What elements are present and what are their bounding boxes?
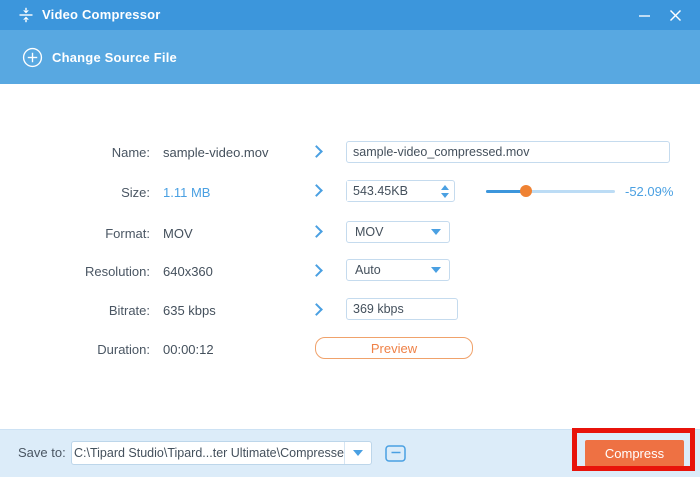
slider-handle[interactable] bbox=[519, 185, 532, 197]
size-reduction-percent: -52.09% bbox=[625, 184, 674, 199]
minimize-button[interactable] bbox=[629, 0, 659, 30]
format-dropdown[interactable]: MOV bbox=[346, 221, 450, 243]
stepper-up-icon[interactable] bbox=[441, 184, 449, 190]
preview-button[interactable]: Preview bbox=[315, 337, 473, 359]
format-dropdown-value: MOV bbox=[355, 225, 384, 239]
titlebar[interactable]: Video Compressor bbox=[0, 0, 700, 30]
save-path-combobox[interactable]: C:\Tipard Studio\Tipard...ter Ultimate\C… bbox=[71, 441, 372, 465]
open-folder-icon bbox=[385, 445, 406, 462]
stepper-down-icon[interactable] bbox=[441, 192, 449, 198]
output-name-input[interactable] bbox=[346, 141, 670, 163]
close-button[interactable] bbox=[660, 0, 690, 30]
resolution-label: Resolution: bbox=[84, 264, 150, 279]
caret-down-icon bbox=[431, 267, 441, 273]
compress-button[interactable]: Compress bbox=[585, 440, 684, 467]
format-label: Format: bbox=[105, 226, 150, 241]
save-path-value: C:\Tipard Studio\Tipard...ter Ultimate\C… bbox=[74, 446, 344, 460]
chevron-right-icon bbox=[310, 303, 323, 316]
video-compressor-window: { "window": { "title": "Video Compressor… bbox=[0, 0, 700, 477]
caret-down-icon bbox=[353, 450, 363, 456]
resolution-source-value: 640x360 bbox=[163, 264, 213, 279]
chevron-right-icon bbox=[310, 225, 323, 238]
preview-button-label: Preview bbox=[370, 340, 418, 356]
compress-icon bbox=[19, 7, 33, 23]
format-source-value: MOV bbox=[163, 226, 193, 241]
change-source-file-button[interactable]: Change Source File bbox=[22, 44, 177, 70]
output-bitrate-input[interactable] bbox=[346, 298, 458, 320]
compress-button-label: Compress bbox=[604, 446, 665, 461]
name-label: Name: bbox=[111, 145, 150, 160]
change-source-file-label: Change Source File bbox=[52, 49, 177, 65]
resolution-dropdown[interactable]: Auto bbox=[346, 259, 450, 281]
size-label: Size: bbox=[121, 185, 150, 200]
output-size-input[interactable] bbox=[347, 181, 427, 201]
chevron-right-icon bbox=[310, 145, 323, 158]
bitrate-source-value: 635 kbps bbox=[163, 303, 216, 318]
plus-circle-icon bbox=[22, 47, 43, 67]
minimize-icon bbox=[638, 14, 650, 17]
resolution-dropdown-value: Auto bbox=[355, 263, 381, 277]
name-source-value: sample-video.mov bbox=[163, 145, 269, 160]
output-size-field bbox=[346, 180, 455, 202]
chevron-right-icon bbox=[310, 264, 323, 277]
subheader-bar: Change Source File bbox=[0, 30, 700, 84]
save-to-label: Save to: bbox=[18, 445, 66, 460]
size-stepper[interactable] bbox=[441, 184, 449, 198]
size-source-value: 1.11 MB bbox=[163, 185, 211, 200]
duration-label: Duration: bbox=[97, 342, 150, 357]
window-title: Video Compressor bbox=[42, 7, 161, 22]
close-icon bbox=[669, 9, 681, 21]
bitrate-label: Bitrate: bbox=[108, 303, 150, 318]
duration-source-value: 00:00:12 bbox=[163, 342, 214, 357]
size-slider[interactable] bbox=[486, 185, 615, 197]
open-folder-button[interactable] bbox=[384, 443, 408, 464]
save-path-dropdown-toggle[interactable] bbox=[344, 442, 371, 464]
caret-down-icon bbox=[431, 229, 441, 235]
chevron-right-icon bbox=[310, 184, 323, 197]
